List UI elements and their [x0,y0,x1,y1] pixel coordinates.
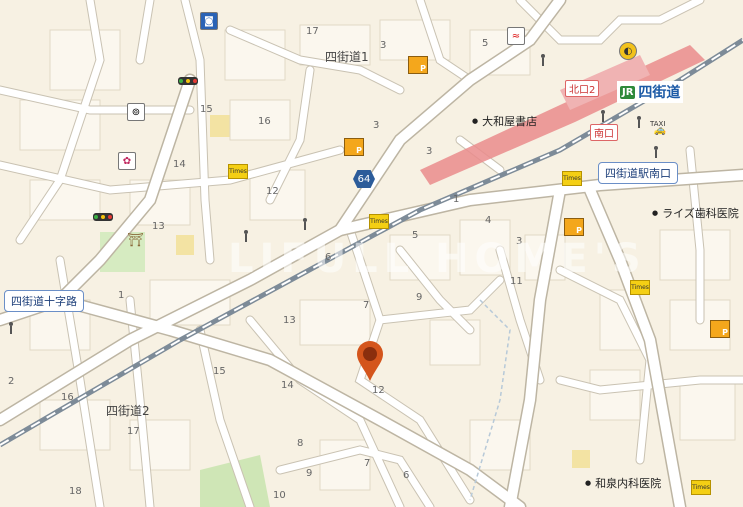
poi-rise-dental[interactable]: ライズ歯科医院 [652,205,739,221]
south-exit-label[interactable]: 南口 [590,124,618,141]
parking-icon[interactable] [564,218,584,236]
building-highlight [572,450,590,468]
bus-stop-icon[interactable] [540,54,546,66]
building-highlight [176,235,194,255]
station-label[interactable]: JR 四街道 [617,81,684,103]
area-label-yotsukaido-1: 四街道1 [325,50,369,64]
block-number: 15 [213,366,226,377]
shop-icon[interactable]: ✿ [118,152,136,170]
bus-stop-icon[interactable] [600,110,606,122]
block-number: 18 [69,486,82,497]
parking-icon[interactable] [710,320,730,338]
location-pin-icon[interactable] [355,340,385,382]
car-dealer-icon[interactable]: ⊚ [127,103,145,121]
block-number: 17 [127,426,140,437]
block-number: 7 [364,458,371,469]
map-canvas[interactable]: 四街道1 四街道2 17 3 5 15 16 14 12 13 1 2 3 3 … [0,0,743,507]
parking-icon[interactable] [344,138,364,156]
bus-stop-icon[interactable] [8,322,14,334]
police-box-icon[interactable]: ◙ [200,12,218,30]
block-number: 14 [281,380,294,391]
station-south-exit-callout[interactable]: 四街道駅南口 [598,162,678,184]
block-number: 7 [363,300,370,311]
traffic-signal-icon [93,213,113,221]
block-number: 3 [373,120,380,131]
jr-logo-icon: JR [620,85,636,99]
taxi-label: TAXI [650,120,666,128]
block-number: 8 [297,438,304,449]
block-number: 15 [200,104,213,115]
block-number: 5 [482,38,489,49]
block-number: 6 [403,470,410,481]
block-number: 12 [372,385,385,396]
shrine-icon[interactable]: ⛩ [127,233,144,248]
convenience-store-icon[interactable]: ◐ [619,42,637,60]
watermark: LIFULL HOME'S [228,236,647,282]
building-highlight [210,115,232,137]
block-number: 16 [258,116,271,127]
block-number: 3 [426,146,433,157]
block-number: 13 [152,221,165,232]
block-number: 14 [173,159,186,170]
block-number: 16 [61,392,74,403]
area-label-yotsukaido-2: 四街道2 [106,404,150,418]
block-number: 12 [266,186,279,197]
block-number: 3 [380,40,387,51]
station-name: 四街道 [638,85,681,101]
block-number: 17 [306,26,319,37]
traffic-signal-icon [178,77,198,85]
block-number: 4 [485,215,492,226]
bus-stop-icon[interactable] [302,218,308,230]
times-parking-icon[interactable]: Times [630,280,650,295]
block-number: 10 [273,490,286,501]
times-parking-icon[interactable]: Times [369,214,389,229]
crossing-callout[interactable]: 四街道十字路 [4,290,84,312]
block-number: 2 [8,376,15,387]
block-number: 1 [118,290,125,301]
block-number: 13 [283,315,296,326]
times-parking-icon[interactable]: Times [228,164,248,179]
times-parking-icon[interactable]: Times [691,480,711,495]
store-icon[interactable]: ≈ [507,27,525,45]
poi-yamatoya-bookstore[interactable]: 大和屋書店 [472,113,537,129]
block-number: 9 [306,468,313,479]
block-number: 1 [453,194,460,205]
poi-izumi-clinic[interactable]: 和泉内科医院 [585,475,661,491]
block-number: 9 [416,292,423,303]
parking-icon[interactable] [408,56,428,74]
bus-stop-icon[interactable] [636,116,642,128]
route-64-shield: 64 [353,170,375,188]
times-parking-icon[interactable]: Times [562,171,582,186]
bus-stop-icon[interactable] [653,146,659,158]
north-exit-label[interactable]: 北口2 [565,80,600,97]
